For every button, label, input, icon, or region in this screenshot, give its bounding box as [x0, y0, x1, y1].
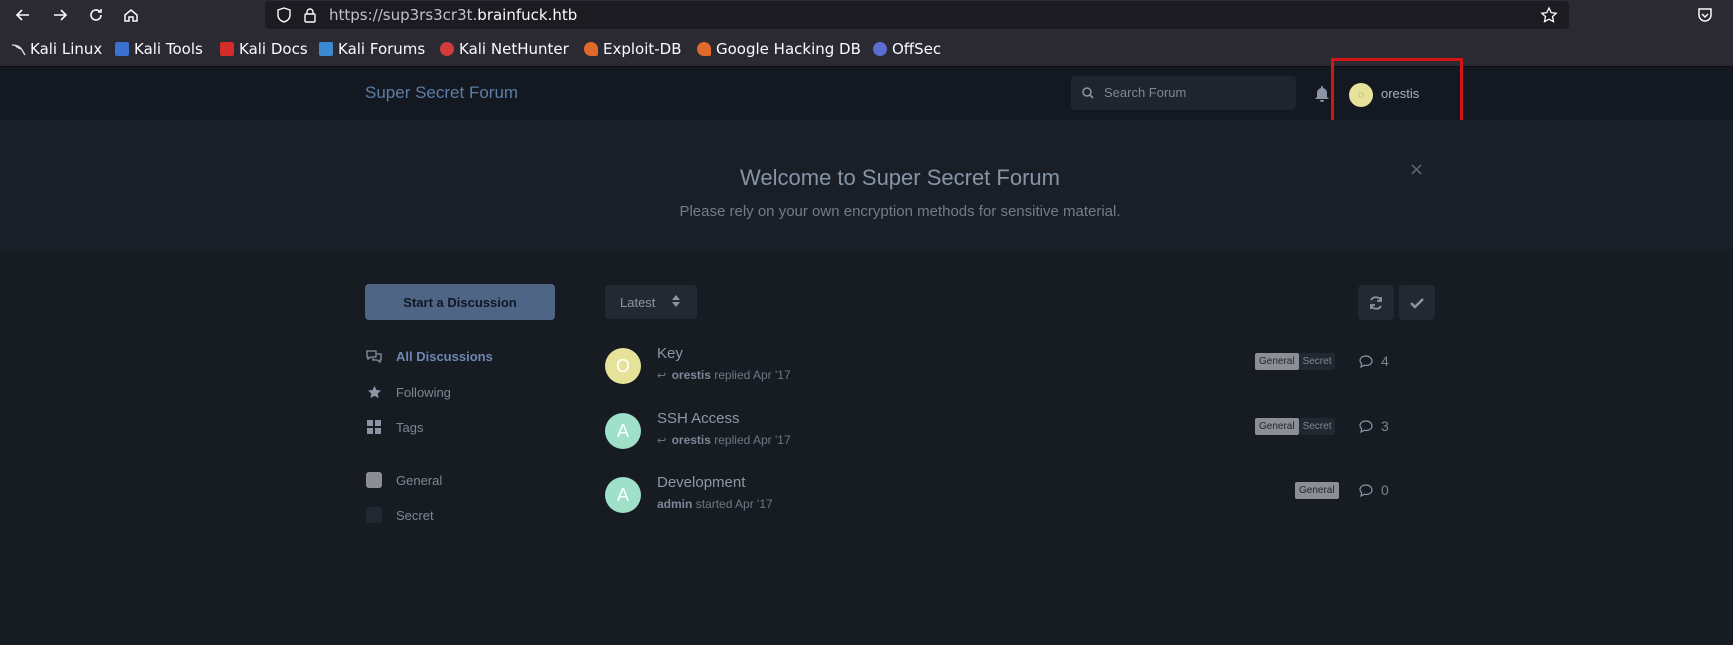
tag-color-swatch	[366, 507, 382, 523]
url-text[interactable]: https://sup3rs3cr3t.brainfuck.htb	[329, 6, 577, 24]
discussion-user[interactable]: admin	[657, 497, 692, 511]
welcome-hero: Welcome to Super Secret Forum Please rel…	[0, 120, 1733, 254]
ghdb-icon	[697, 42, 711, 56]
bookmark-google-hacking-db[interactable]: Google Hacking DB	[697, 40, 861, 58]
tag-general[interactable]: General	[1255, 353, 1299, 370]
kali-docs-icon	[220, 42, 234, 56]
home-icon	[124, 9, 138, 22]
discussion-item[interactable]: O Key ↩ orestis replied Apr '17 General …	[605, 345, 1445, 398]
hero-subtitle: Please rely on your own encryption metho…	[679, 203, 1121, 220]
arrow-right-icon	[54, 9, 68, 21]
sidebar-item-label: All Discussions	[396, 348, 493, 364]
comment-icon	[1359, 419, 1373, 433]
sidebar-item-label: Following	[396, 384, 451, 400]
bookmark-kali-forums[interactable]: Kali Forums	[319, 40, 425, 58]
bookmark-offsec[interactable]: OffSec	[873, 40, 941, 58]
tag-secret[interactable]: Secret	[1298, 418, 1336, 435]
hero-title: Welcome to Super Secret Forum	[740, 165, 1060, 190]
forward-button[interactable]	[46, 3, 74, 27]
avatar[interactable]: A	[605, 413, 641, 449]
bookmarks-bar: Kali Linux Kali Tools Kali Docs Kali For…	[0, 31, 1733, 67]
discussion-meta: ↩ orestis replied Apr '17	[657, 368, 791, 382]
sort-label: Latest	[620, 294, 656, 310]
sort-icon	[672, 295, 680, 307]
username[interactable]: orestis	[1381, 86, 1419, 101]
reply-count: 3	[1359, 418, 1389, 434]
mark-all-read-button[interactable]	[1399, 285, 1435, 320]
reply-count: 4	[1359, 353, 1389, 369]
start-discussion-button[interactable]: Start a Discussion	[365, 284, 555, 320]
tag-list: General	[1295, 482, 1339, 499]
reply-count: 0	[1359, 482, 1389, 498]
tag-general[interactable]: General	[1295, 482, 1339, 499]
reload-button[interactable]	[82, 3, 110, 27]
discussion-item[interactable]: A SSH Access ↩ orestis replied Apr '17 G…	[605, 410, 1445, 463]
discussion-title[interactable]: Development	[657, 474, 745, 491]
comment-icon	[1359, 483, 1373, 497]
sidebar-item-all-discussions[interactable]: All Discussions	[366, 348, 493, 364]
discussion-meta: ↩ orestis replied Apr '17	[657, 433, 791, 447]
tag-color-swatch	[366, 472, 382, 488]
discussion-item[interactable]: A Development admin started Apr '17 Gene…	[605, 474, 1445, 527]
search-placeholder: Search Forum	[1104, 85, 1187, 100]
lock-icon[interactable]	[302, 7, 318, 23]
refresh-icon	[1370, 295, 1382, 310]
exploit-db-icon	[584, 42, 598, 56]
avatar[interactable]: A	[605, 477, 641, 513]
reply-icon: ↩	[657, 435, 667, 447]
close-icon[interactable]: ×	[1409, 159, 1424, 180]
pocket-icon[interactable]	[1696, 6, 1714, 24]
sidebar-tag-general[interactable]: General	[366, 472, 442, 488]
bookmark-kali-docs[interactable]: Kali Docs	[220, 40, 308, 58]
url-bar[interactable]: https://sup3rs3cr3t.brainfuck.htb	[265, 1, 1569, 29]
bell-icon[interactable]	[1314, 85, 1330, 102]
tag-list: General Secret	[1255, 418, 1336, 435]
star-icon	[366, 384, 382, 400]
kali-tools-icon	[115, 42, 129, 56]
sidebar-tag-secret[interactable]: Secret	[366, 507, 434, 523]
tag-general[interactable]: General	[1255, 418, 1299, 435]
browser-toolbar: https://sup3rs3cr3t.brainfuck.htb	[0, 0, 1733, 31]
sidebar-tag-label: General	[396, 472, 443, 488]
discussion-title[interactable]: SSH Access	[657, 410, 740, 427]
kali-dragon-icon	[11, 42, 26, 56]
bookmark-kali-linux[interactable]: Kali Linux	[11, 40, 102, 58]
avatar[interactable]: O	[605, 348, 641, 384]
search-input[interactable]: Search Forum	[1071, 76, 1296, 110]
bookmark-exploit-db[interactable]: Exploit-DB	[584, 40, 682, 58]
offsec-icon	[873, 42, 887, 56]
nethunter-icon	[440, 42, 454, 56]
forum-title[interactable]: Super Secret Forum	[365, 83, 518, 103]
arrow-left-icon	[15, 9, 29, 21]
forum-header: Super Secret Forum Search Forum	[0, 67, 1733, 120]
discussion-title[interactable]: Key	[657, 345, 683, 362]
reply-icon: ↩	[657, 370, 667, 382]
discussion-user[interactable]: orestis	[672, 368, 711, 382]
sidebar-item-tags[interactable]: Tags	[366, 419, 423, 435]
comments-icon	[366, 348, 382, 364]
sort-dropdown[interactable]: Latest	[605, 285, 697, 319]
refresh-button[interactable]	[1358, 285, 1394, 320]
kali-forums-icon	[319, 42, 333, 56]
discussion-user[interactable]: orestis	[672, 433, 711, 447]
back-button[interactable]	[9, 3, 37, 27]
comment-icon	[1359, 354, 1373, 368]
home-button[interactable]	[117, 3, 145, 27]
tag-list: General Secret	[1255, 353, 1336, 370]
search-icon	[1082, 87, 1094, 99]
bookmark-kali-nethunter[interactable]: Kali NetHunter	[440, 40, 569, 58]
tag-secret[interactable]: Secret	[1298, 353, 1336, 370]
check-icon	[1410, 297, 1424, 309]
sidebar-tag-label: Secret	[396, 507, 434, 523]
shield-icon[interactable]	[276, 7, 292, 23]
tags-grid-icon	[366, 419, 382, 435]
reload-icon	[90, 9, 102, 21]
bookmark-kali-tools[interactable]: Kali Tools	[115, 40, 203, 58]
sidebar-item-following[interactable]: Following	[366, 384, 451, 400]
star-bookmark-icon[interactable]	[1540, 6, 1558, 24]
sidebar-item-label: Tags	[396, 419, 424, 435]
discussion-meta: admin started Apr '17	[657, 497, 773, 511]
avatar[interactable]: o	[1349, 83, 1373, 107]
